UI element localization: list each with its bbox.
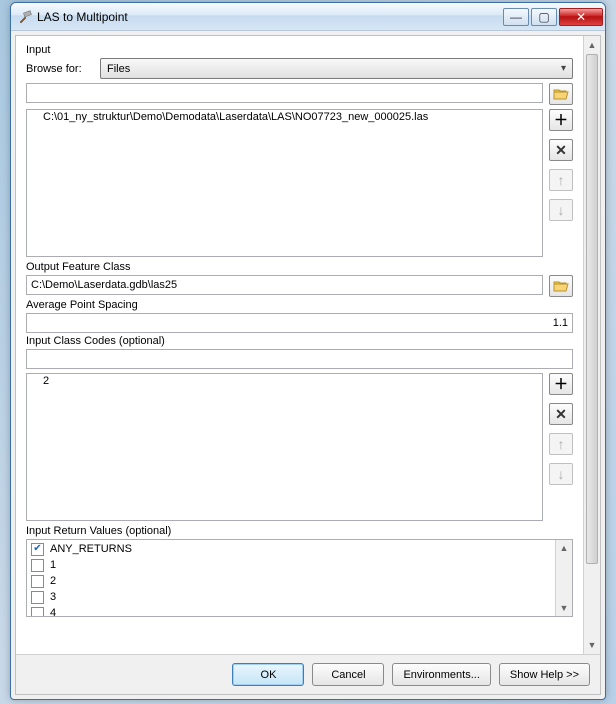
return-value-label: ANY_RETURNS [50, 543, 132, 555]
scroll-up-icon[interactable]: ▲ [557, 540, 571, 556]
class-code-field[interactable] [26, 349, 573, 369]
list-item[interactable]: C:\01_ny_struktur\Demo\Demodata\Laserdat… [27, 110, 542, 124]
input-path-row [26, 83, 573, 105]
app-hammer-icon [17, 9, 33, 25]
maximize-button[interactable]: ▢ [531, 8, 557, 26]
minimize-button[interactable]: — [503, 8, 529, 26]
output-fc-label: Output Feature Class [26, 261, 573, 273]
show-help-button[interactable]: Show Help >> [499, 663, 590, 686]
cancel-button[interactable]: Cancel [312, 663, 384, 686]
window-title: LAS to Multipoint [37, 10, 501, 24]
browse-for-value: Files [107, 63, 130, 75]
checkbox-icon[interactable] [31, 575, 44, 588]
class-codes-label: Input Class Codes (optional) [26, 335, 573, 347]
remove-file-button[interactable]: ✕ [549, 139, 573, 161]
return-value-row[interactable]: 1 [27, 557, 572, 573]
return-value-label: 3 [50, 591, 56, 603]
return-value-row[interactable]: ✔ ANY_RETURNS [27, 541, 572, 557]
avg-spacing-label: Average Point Spacing [26, 299, 573, 311]
input-label: Input [26, 44, 573, 56]
browse-for-label: Browse for: [26, 63, 92, 75]
add-file-button[interactable]: ＋ [549, 109, 573, 131]
return-value-label: 2 [50, 575, 56, 587]
move-code-down-button[interactable]: ↓ [549, 463, 573, 485]
move-file-down-button[interactable]: ↓ [549, 199, 573, 221]
scroll-down-icon[interactable]: ▼ [585, 637, 599, 653]
dialog-window: LAS to Multipoint — ▢ ✕ Input Browse for… [10, 2, 606, 700]
list-item[interactable]: 2 [27, 374, 542, 388]
input-files-row: C:\01_ny_struktur\Demo\Demodata\Laserdat… [26, 109, 573, 257]
folder-open-icon [553, 87, 569, 101]
return-value-row[interactable]: 2 [27, 573, 572, 589]
browse-for-row: Browse for: Files [26, 58, 573, 79]
scroll-area: Input Browse for: Files [16, 36, 600, 654]
browse-for-dropdown[interactable]: Files [100, 58, 573, 79]
folder-open-icon [553, 279, 569, 293]
checkbox-icon[interactable] [31, 559, 44, 572]
environments-button[interactable]: Environments... [392, 663, 490, 686]
window-buttons: — ▢ ✕ [501, 8, 603, 26]
checkbox-checked-icon[interactable]: ✔ [31, 543, 44, 556]
content: Input Browse for: Files [16, 36, 583, 654]
output-fc-row [26, 275, 573, 297]
scroll-down-icon[interactable]: ▼ [557, 600, 571, 616]
return-value-row[interactable]: 4 [27, 605, 572, 617]
browse-input-button[interactable] [549, 83, 573, 105]
browse-output-button[interactable] [549, 275, 573, 297]
titlebar: LAS to Multipoint — ▢ ✕ [11, 3, 605, 31]
avg-spacing-field[interactable] [26, 313, 573, 333]
class-codes-row: 2 ＋ ✕ ↑ ↓ [26, 373, 573, 521]
input-files-list[interactable]: C:\01_ny_struktur\Demo\Demodata\Laserdat… [26, 109, 543, 257]
dialog-body: Input Browse for: Files [15, 35, 601, 695]
button-bar: OK Cancel Environments... Show Help >> [16, 654, 600, 694]
main-scrollbar[interactable]: ▲ ▼ [583, 36, 600, 654]
return-value-label: 1 [50, 559, 56, 571]
class-codes-buttons: ＋ ✕ ↑ ↓ [549, 373, 573, 485]
return-value-row[interactable]: 3 [27, 589, 572, 605]
return-value-label: 4 [50, 607, 56, 617]
return-values-list[interactable]: ✔ ANY_RETURNS 1 2 3 [26, 539, 573, 617]
move-file-up-button[interactable]: ↑ [549, 169, 573, 191]
return-values-label: Input Return Values (optional) [26, 525, 573, 537]
input-files-buttons: ＋ ✕ ↑ ↓ [549, 109, 573, 221]
output-fc-field[interactable] [26, 275, 543, 295]
add-code-button[interactable]: ＋ [549, 373, 573, 395]
checkbox-icon[interactable] [31, 591, 44, 604]
input-path-field[interactable] [26, 83, 543, 103]
checkbox-icon[interactable] [31, 607, 44, 618]
close-button[interactable]: ✕ [559, 8, 603, 26]
remove-code-button[interactable]: ✕ [549, 403, 573, 425]
class-codes-list[interactable]: 2 [26, 373, 543, 521]
scroll-up-icon[interactable]: ▲ [585, 37, 599, 53]
move-code-up-button[interactable]: ↑ [549, 433, 573, 455]
ok-button[interactable]: OK [232, 663, 304, 686]
scroll-thumb[interactable] [586, 54, 598, 564]
return-values-scrollbar[interactable]: ▲ ▼ [555, 540, 572, 616]
